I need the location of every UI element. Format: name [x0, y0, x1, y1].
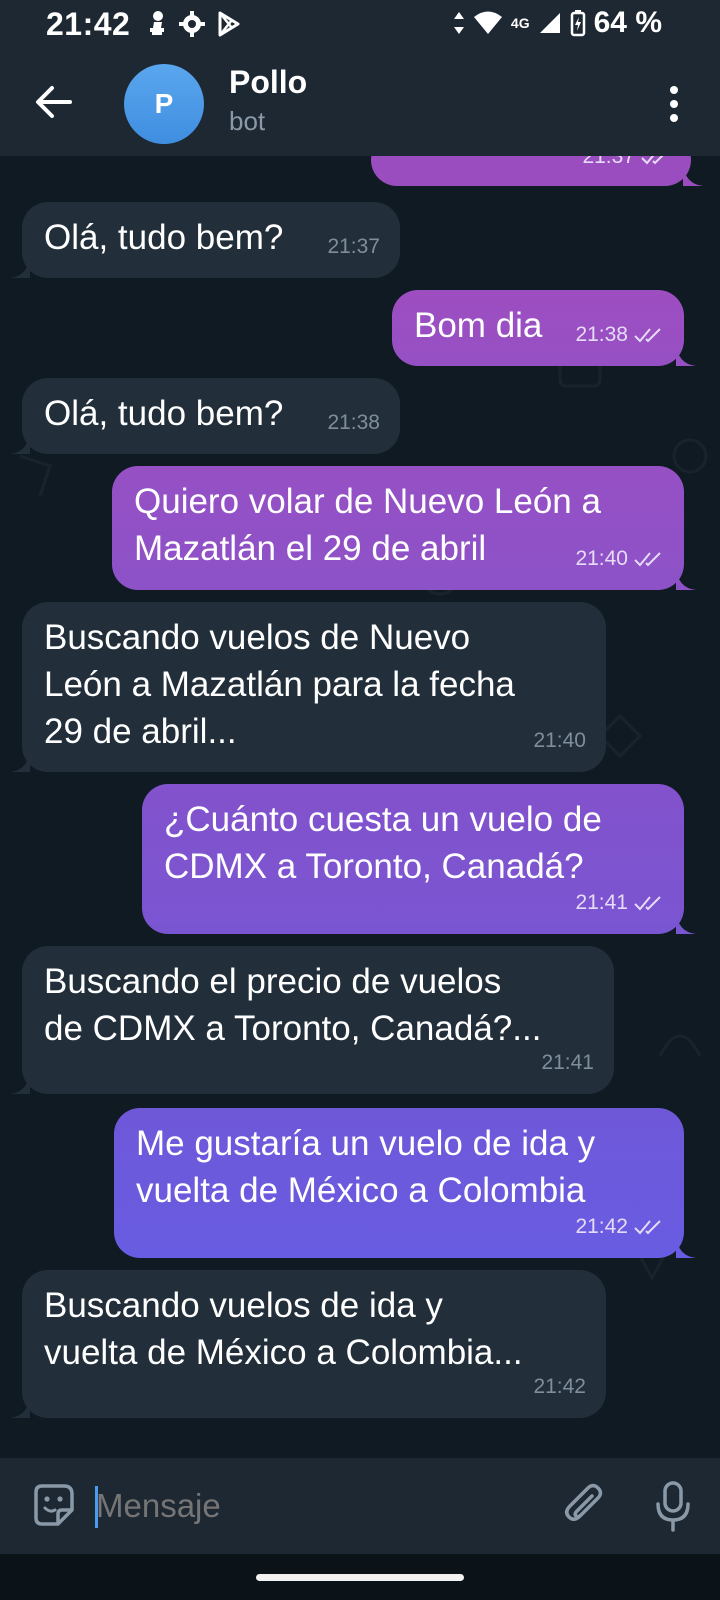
message-time: 21:42 [575, 1215, 628, 1238]
chat-title[interactable]: Pollo [229, 64, 307, 101]
message-time: 21:38 [327, 411, 380, 434]
system-nav-bar [0, 1554, 720, 1600]
message-bubble-outgoing[interactable]: ¿Cuánto cuesta un vuelo de CDMX a Toront… [142, 784, 696, 934]
message-meta: 21:37 [327, 223, 380, 270]
double-check-icon [641, 156, 663, 164]
double-check-icon [634, 895, 661, 910]
double-check-icon [634, 551, 661, 566]
message-meta: 21:40 [575, 535, 664, 582]
message-text: ¿Cuánto cuesta un vuelo de CDMX a Toront… [164, 800, 602, 886]
sticker-emoji-icon[interactable] [30, 1482, 76, 1528]
system-icons: 4G 64 % [453, 6, 662, 40]
message-text: Buscando vuelos de ida y vuelta de Méxic… [44, 1286, 523, 1372]
bubble-tail [10, 432, 30, 454]
more-options-icon[interactable] [666, 84, 682, 124]
message-meta: 21:41 [575, 879, 664, 926]
double-check-icon [634, 327, 661, 342]
wifi-icon [473, 11, 502, 34]
message-meta: 21:37 [582, 156, 671, 180]
message-bubble-outgoing[interactable]: Me gustaría un vuelo de ida y vuelta de … [114, 1108, 696, 1258]
message-meta: 21:42 [533, 1363, 586, 1410]
bubble-tail [683, 164, 703, 186]
gesture-handle[interactable] [256, 1574, 464, 1581]
message-bubble-incoming[interactable]: Buscando el precio de vuelos de CDMX a T… [10, 946, 614, 1094]
avatar[interactable]: P [124, 64, 204, 144]
message-time: 21:42 [533, 1375, 586, 1398]
battery-percent: 64 % [593, 6, 662, 39]
network-type: 4G [510, 15, 530, 31]
message-bubble-outgoing[interactable]: Bom dia 21:38 [392, 290, 696, 366]
chess-pawn-icon [150, 11, 164, 35]
chat-subtitle: bot [229, 106, 266, 136]
message-time: 21:37 [582, 156, 635, 168]
message-meta: 21:42 [575, 1203, 664, 1250]
message-bubble-incoming[interactable]: Olá, tudo bem? 21:37 [10, 202, 400, 278]
bubble-tail [10, 256, 30, 278]
battery-charging-icon [570, 10, 585, 37]
status-time: 21:42 [46, 6, 131, 42]
message-text: Me gustaría un vuelo de ida y vuelta de … [136, 1124, 596, 1210]
back-arrow-icon[interactable] [34, 82, 74, 122]
double-check-icon [634, 1219, 661, 1234]
bubble-tail [10, 1396, 30, 1418]
message-bubble-incoming[interactable]: Olá, tudo bem? 21:38 [10, 378, 400, 454]
bubble-tail [676, 568, 696, 590]
message-time: 21:41 [541, 1051, 594, 1074]
message-meta: 21:40 [533, 717, 586, 764]
message-composer [0, 1458, 720, 1554]
message-text: Buscando el precio de vuelos de CDMX a T… [44, 962, 542, 1048]
message-list[interactable]: Boa noite 21:37 Olá, tudo bem? 21:37 Bom… [0, 156, 720, 1458]
message-time: 21:40 [533, 729, 586, 752]
bubble-tail [10, 1072, 30, 1094]
chat-header: P Pollo bot [0, 50, 720, 156]
signal-icon [539, 13, 560, 33]
bubble-tail [676, 1236, 696, 1258]
message-meta: 21:38 [327, 399, 380, 446]
status-bar: 21:42 4G 64 % [0, 0, 720, 50]
microphone-icon[interactable] [654, 1480, 692, 1532]
bubble-tail [676, 912, 696, 934]
message-input[interactable] [96, 1478, 536, 1534]
play-store-icon [218, 11, 240, 37]
message-text: Buscando vuelos de Nuevo León a Mazatlán… [44, 618, 515, 751]
data-arrows-icon [453, 12, 464, 34]
message-bubble-incoming[interactable]: Buscando vuelos de Nuevo León a Mazatlán… [10, 602, 606, 772]
message-bubble-outgoing[interactable]: Quiero volar de Nuevo León a Mazatlán el… [112, 466, 696, 590]
message-bubble-outgoing[interactable]: Boa noite 21:37 [371, 156, 703, 186]
notification-icons [148, 10, 242, 38]
bubble-tail [10, 750, 30, 772]
message-bubble-incoming[interactable]: Buscando vuelos de ida y vuelta de Méxic… [10, 1270, 606, 1418]
message-meta: 21:38 [575, 311, 664, 358]
settings-badge-icon [179, 11, 205, 37]
message-text: Boa noite [393, 156, 541, 167]
message-time: 21:41 [575, 891, 628, 914]
message-meta: 21:41 [541, 1039, 594, 1086]
message-time: 21:40 [575, 547, 628, 570]
attach-paperclip-icon[interactable] [562, 1480, 608, 1530]
message-time: 21:37 [327, 235, 380, 258]
bubble-tail [676, 344, 696, 366]
message-time: 21:38 [575, 323, 628, 346]
